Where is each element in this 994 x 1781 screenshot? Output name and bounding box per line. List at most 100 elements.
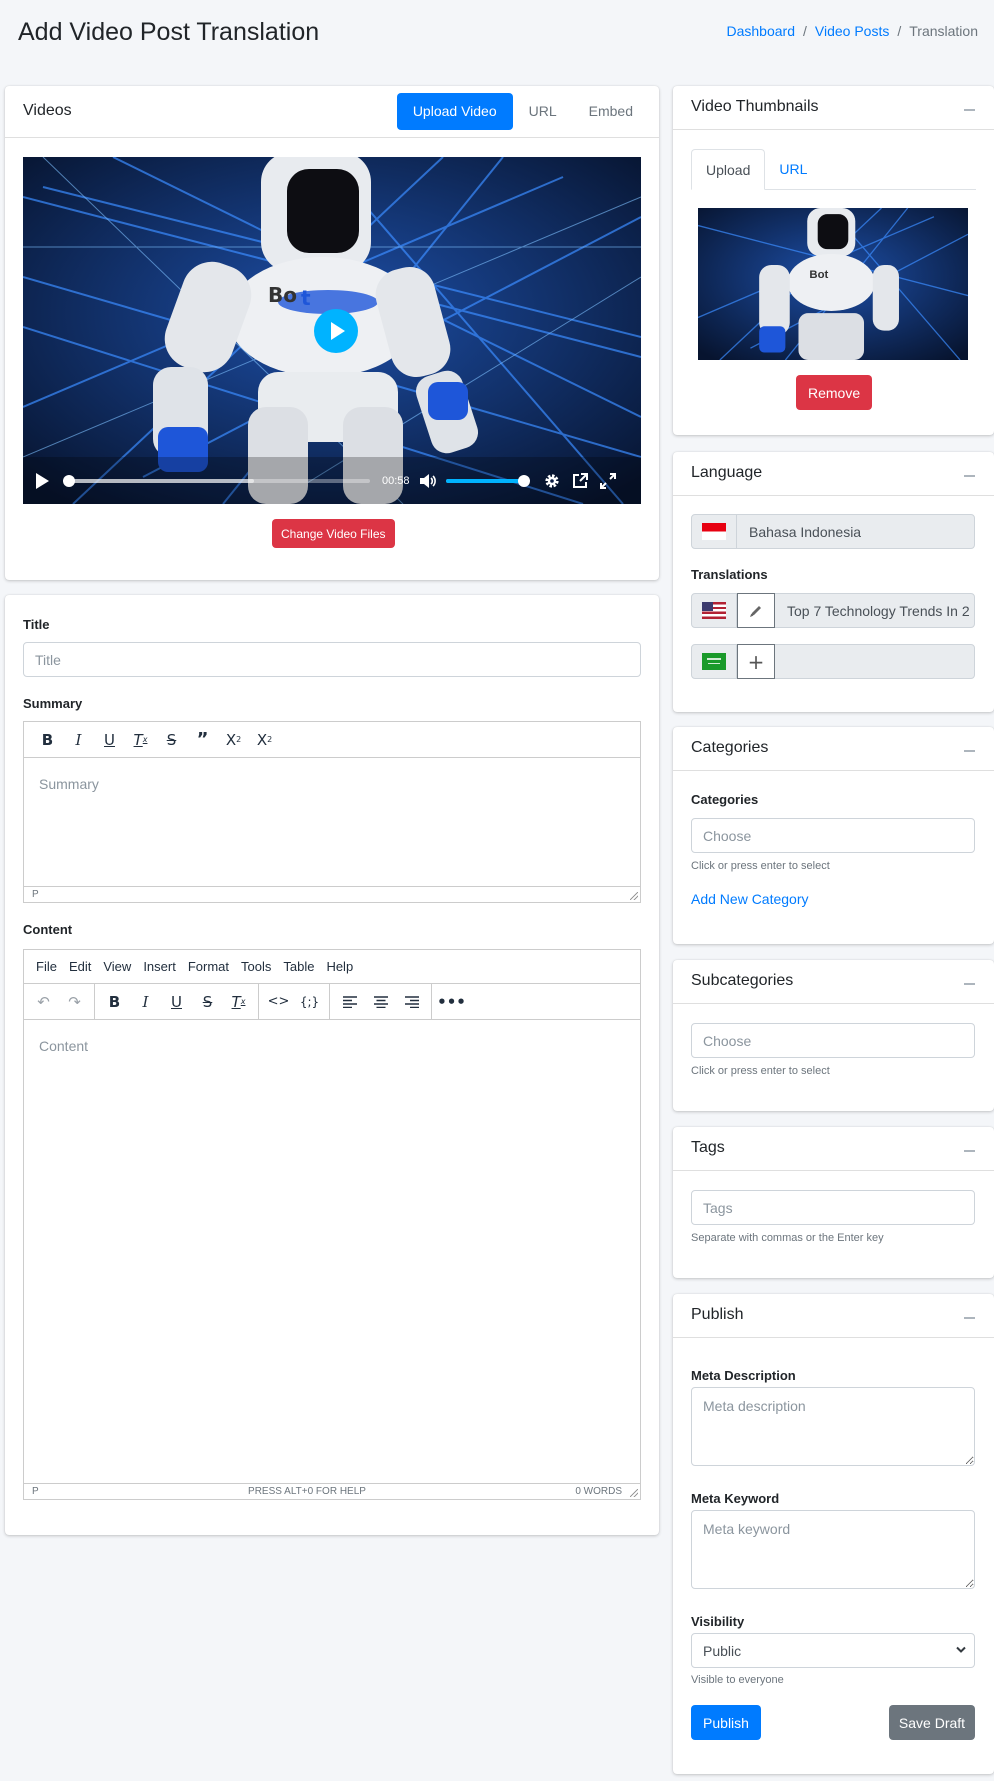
tab-url[interactable]: URL (513, 93, 573, 130)
meta-keyword-input[interactable] (691, 1510, 975, 1589)
collapse-icon[interactable] (962, 464, 976, 484)
add-new-category-link[interactable]: Add New Category (691, 891, 809, 907)
content-label: Content (23, 922, 73, 937)
clear-format-icon[interactable]: Tx (223, 987, 254, 1017)
post-form-card: Title Summary B I U Tx S ” X2 X2 Summary… (5, 595, 659, 1535)
publish-button[interactable]: Publish (691, 1705, 761, 1740)
redo-icon[interactable]: ↷ (59, 987, 90, 1017)
strikethrough-icon[interactable]: S (156, 725, 187, 755)
volume-slider[interactable] (445, 475, 530, 487)
collapse-icon[interactable] (962, 739, 976, 759)
subcategories-help: Click or press enter to select (691, 1065, 830, 1077)
align-left-icon[interactable] (334, 987, 365, 1017)
tags-input[interactable] (691, 1190, 975, 1225)
pencil-icon (750, 605, 761, 617)
videos-card-title: Videos (23, 102, 72, 119)
settings-icon[interactable] (542, 471, 562, 491)
tab-embed[interactable]: Embed (573, 93, 649, 130)
thumbnail-source-tabs: Upload URL (691, 149, 976, 190)
meta-description-input[interactable] (691, 1387, 975, 1466)
breadcrumb-dashboard[interactable]: Dashboard (727, 23, 796, 39)
thumbnail-image: Bot (698, 208, 968, 360)
collapse-icon[interactable] (962, 1139, 976, 1159)
bold-icon[interactable]: B (99, 987, 130, 1017)
video-source-tabs: Upload Video URL Embed (396, 93, 649, 130)
content-body[interactable]: Content (24, 1020, 640, 1072)
code-icon[interactable]: <> (263, 987, 294, 1017)
subcategories-input[interactable] (691, 1023, 975, 1058)
categories-card: Categories Categories Click or press ent… (673, 727, 994, 944)
menu-view[interactable]: View (97, 959, 137, 974)
summary-status-path: P (32, 889, 39, 900)
menu-table[interactable]: Table (277, 959, 320, 974)
menu-edit[interactable]: Edit (63, 959, 97, 974)
content-statusbar: P PRESS ALT+0 FOR HELP 0 WORDS (24, 1483, 640, 1499)
undo-icon[interactable]: ↶ (28, 987, 59, 1017)
pip-icon[interactable] (570, 471, 590, 491)
play-overlay-button[interactable] (314, 309, 358, 353)
svg-text:Bo: Bo (268, 283, 297, 307)
bold-icon[interactable]: B (32, 725, 63, 755)
menu-file[interactable]: File (30, 959, 63, 974)
resize-handle[interactable] (630, 1489, 638, 1497)
tags-card-title: Tags (691, 1139, 725, 1156)
video-player[interactable]: Bo t 00:58 (23, 157, 641, 504)
breadcrumb-video-posts[interactable]: Video Posts (815, 23, 889, 39)
change-video-files-button[interactable]: Change Video Files (272, 519, 395, 548)
italic-icon[interactable]: I (63, 725, 94, 755)
save-draft-button[interactable]: Save Draft (889, 1705, 975, 1740)
italic-icon[interactable]: I (130, 987, 161, 1017)
categories-label: Categories (691, 792, 759, 807)
fullscreen-icon[interactable] (598, 471, 618, 491)
categories-input[interactable] (691, 818, 975, 853)
volume-icon[interactable] (418, 471, 438, 491)
align-right-icon[interactable] (396, 987, 427, 1017)
subscript-icon[interactable]: X2 (249, 725, 280, 755)
remove-thumbnail-button[interactable]: Remove (796, 375, 873, 410)
more-icon[interactable]: ••• (436, 987, 467, 1017)
volume-knob[interactable] (517, 475, 530, 487)
meta-description-label: Meta Description (691, 1368, 796, 1383)
summary-body[interactable]: Summary (24, 758, 640, 810)
clear-format-icon[interactable]: Tx (125, 725, 156, 755)
breadcrumb-current: Translation (909, 23, 978, 39)
thumbnails-card-title: Video Thumbnails (691, 98, 819, 115)
menu-insert[interactable]: Insert (137, 959, 182, 974)
collapse-icon[interactable] (962, 972, 976, 992)
title-input[interactable] (23, 642, 641, 677)
translations-label: Translations (691, 567, 768, 582)
translation-row: Top 7 Technology Trends In 2 (691, 593, 975, 628)
menu-tools[interactable]: Tools (235, 959, 277, 974)
add-translation-button[interactable]: + (737, 644, 775, 679)
resize-handle[interactable] (630, 892, 638, 900)
underline-icon[interactable]: U (161, 987, 192, 1017)
superscript-icon[interactable]: X2 (218, 725, 249, 755)
categories-help: Click or press enter to select (691, 860, 830, 872)
publish-card-title: Publish (691, 1306, 744, 1323)
blockquote-icon[interactable]: ” (187, 725, 218, 755)
breadcrumb-separator: / (897, 23, 902, 39)
strikethrough-icon[interactable]: S (192, 987, 223, 1017)
underline-icon[interactable]: U (94, 725, 125, 755)
tab-url[interactable]: URL (765, 149, 821, 190)
tab-upload-video[interactable]: Upload Video (396, 93, 513, 130)
summary-toolbar: B I U Tx S ” X2 X2 (24, 722, 640, 758)
svg-text:t: t (301, 286, 311, 310)
page-header: Add Video Post Translation Dashboard / V… (0, 0, 994, 80)
edit-translation-button[interactable] (737, 593, 775, 628)
align-center-icon[interactable] (365, 987, 396, 1017)
publish-card: Publish Meta Description Meta Keyword Vi… (673, 1294, 994, 1774)
seek-bar[interactable] (63, 475, 370, 487)
collapse-icon[interactable] (962, 98, 976, 118)
play-icon[interactable] (33, 472, 51, 490)
visibility-select[interactable]: Public (691, 1633, 975, 1668)
menu-help[interactable]: Help (320, 959, 359, 974)
video-thumbnails-card: Video Thumbnails Upload URL Bot Remove (673, 86, 994, 435)
seek-knob[interactable] (63, 475, 75, 487)
tab-upload[interactable]: Upload (691, 149, 766, 190)
code-sample-icon[interactable]: {;} (294, 987, 325, 1017)
title-label: Title (23, 617, 50, 632)
collapse-icon[interactable] (962, 1306, 976, 1326)
summary-editor: B I U Tx S ” X2 X2 Summary P (23, 721, 641, 903)
menu-format[interactable]: Format (182, 959, 235, 974)
